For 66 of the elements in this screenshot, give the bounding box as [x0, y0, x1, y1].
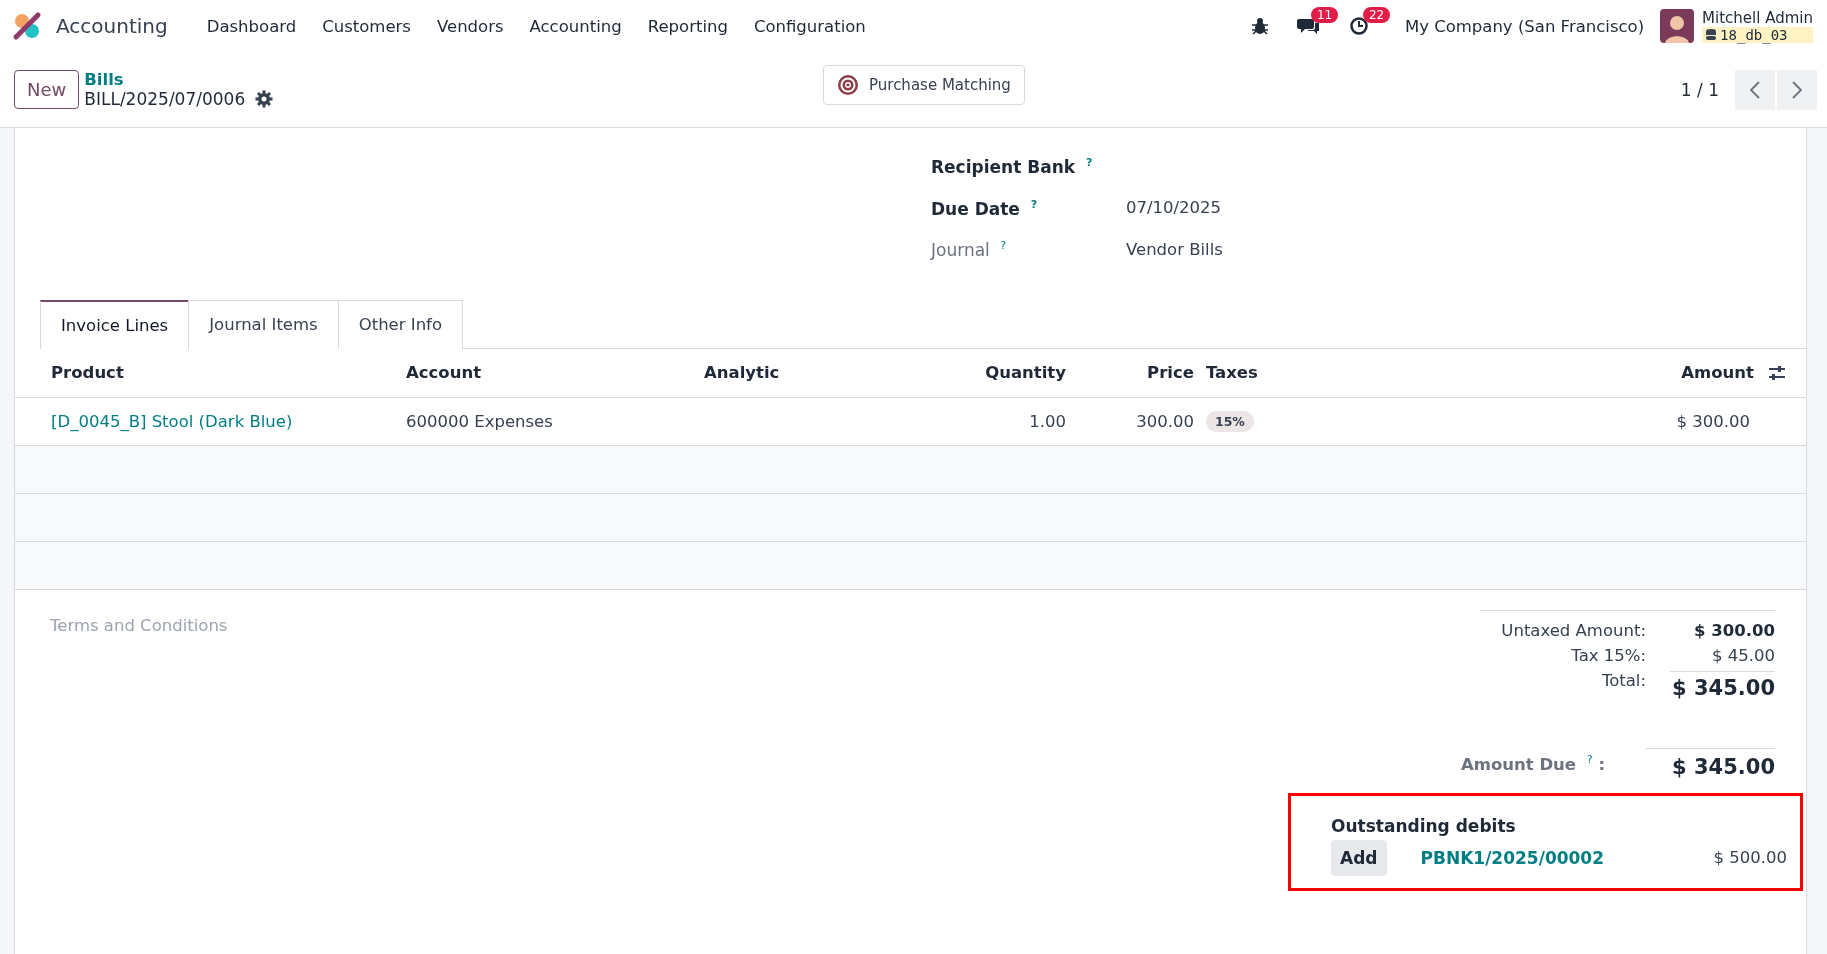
- amount-due-value: $ 345.00: [1645, 747, 1775, 779]
- column-header[interactable]: Price: [1065, 348, 1194, 398]
- database-badge: 18_db_03: [1702, 27, 1813, 43]
- clock-icon[interactable]: [1348, 16, 1369, 36]
- field-label: Due Date $^{?}$: [931, 197, 1039, 219]
- pager-value: 1 / 1: [1680, 79, 1719, 100]
- help-tooltip[interactable]: ?: [1085, 156, 1093, 169]
- chevron-left-icon: [1749, 80, 1761, 99]
- breadcrumb-link[interactable]: Bills: [84, 70, 274, 89]
- total-value: $ 345.00: [1670, 670, 1775, 700]
- total-label: Untaxed Amount:: [1501, 620, 1646, 640]
- menu-item[interactable]: Reporting: [634, 10, 741, 42]
- app-logo-icon[interactable]: [12, 11, 42, 41]
- table-cell: $ 300.00: [1505, 397, 1806, 446]
- chevron-right-icon: [1791, 80, 1803, 99]
- field-value[interactable]: Vendor Bills: [1126, 240, 1806, 260]
- menu-item[interactable]: Vendors: [423, 10, 517, 42]
- new-button[interactable]: New: [14, 70, 80, 109]
- total-label: Tax 15%:: [1571, 645, 1646, 665]
- help-tooltip[interactable]: ?: [1030, 197, 1038, 211]
- tab[interactable]: Other Info: [337, 299, 463, 349]
- total-label: Total:: [1601, 670, 1646, 692]
- tab[interactable]: Invoice Lines: [40, 299, 190, 349]
- amount-due-label: Amount Due $^{?}$ :: [1461, 753, 1605, 774]
- record-name: BILL/2025/07/0006: [84, 89, 246, 109]
- tax-tag: 15%: [1205, 410, 1254, 432]
- column-header[interactable]: Taxes: [1193, 348, 1506, 398]
- company-switcher[interactable]: My Company (San Francisco): [1404, 16, 1645, 36]
- total-value: $ 300.00: [1694, 620, 1775, 640]
- field-value[interactable]: 07/10/2025: [1126, 198, 1806, 218]
- user-name: Mitchell Admin: [1702, 9, 1813, 27]
- next-button[interactable]: [1777, 69, 1817, 110]
- column-settings-icon[interactable]: [1768, 364, 1786, 381]
- activity-count-badge: 22: [1362, 7, 1391, 23]
- menu-item[interactable]: Customers: [309, 10, 424, 42]
- previous-button[interactable]: [1735, 69, 1775, 110]
- user-avatar[interactable]: [1660, 9, 1695, 43]
- field-label: Journal $^{?}$: [931, 239, 1008, 260]
- section-title: Outstanding debits: [1331, 815, 1517, 836]
- tab[interactable]: Journal Items: [188, 299, 339, 349]
- column-header[interactable]: Product: [15, 348, 406, 398]
- column-header[interactable]: Amount: [1681, 363, 1754, 383]
- target-icon: [837, 74, 859, 96]
- add-button[interactable]: Add: [1331, 839, 1387, 876]
- column-header[interactable]: Quantity: [878, 348, 1066, 398]
- database-icon: [1706, 29, 1717, 41]
- help-tooltip[interactable]: ?: [1000, 239, 1007, 253]
- field-label: Recipient Bank $^{?}$: [931, 156, 1094, 177]
- total-value: $ 45.00: [1712, 645, 1775, 665]
- payment-amount: $ 500.00: [1713, 848, 1787, 868]
- table-cell: 300.00: [1065, 397, 1194, 446]
- message-count-badge: 11: [1310, 7, 1339, 23]
- column-header[interactable]: Account: [406, 348, 704, 398]
- product-link[interactable]: [D_0045_B] Stool (Dark Blue): [15, 397, 406, 446]
- settings-icon[interactable]: [255, 90, 274, 108]
- menu-item[interactable]: Accounting: [516, 10, 635, 42]
- table-cell: 1.00: [878, 397, 1066, 446]
- menu-item[interactable]: Configuration: [740, 10, 879, 42]
- bug-icon[interactable]: [1250, 17, 1269, 35]
- column-header[interactable]: Analytic: [704, 348, 879, 398]
- help-tooltip[interactable]: ?: [1586, 753, 1593, 767]
- menu-item[interactable]: Dashboard: [193, 10, 310, 42]
- payment-link[interactable]: PBNK1/2025/00002: [1420, 847, 1714, 868]
- purchase-matching-button[interactable]: Purchase Matching: [823, 65, 1025, 105]
- table-cell: 600000 Expenses: [406, 397, 704, 446]
- app-name[interactable]: Accounting: [56, 14, 168, 38]
